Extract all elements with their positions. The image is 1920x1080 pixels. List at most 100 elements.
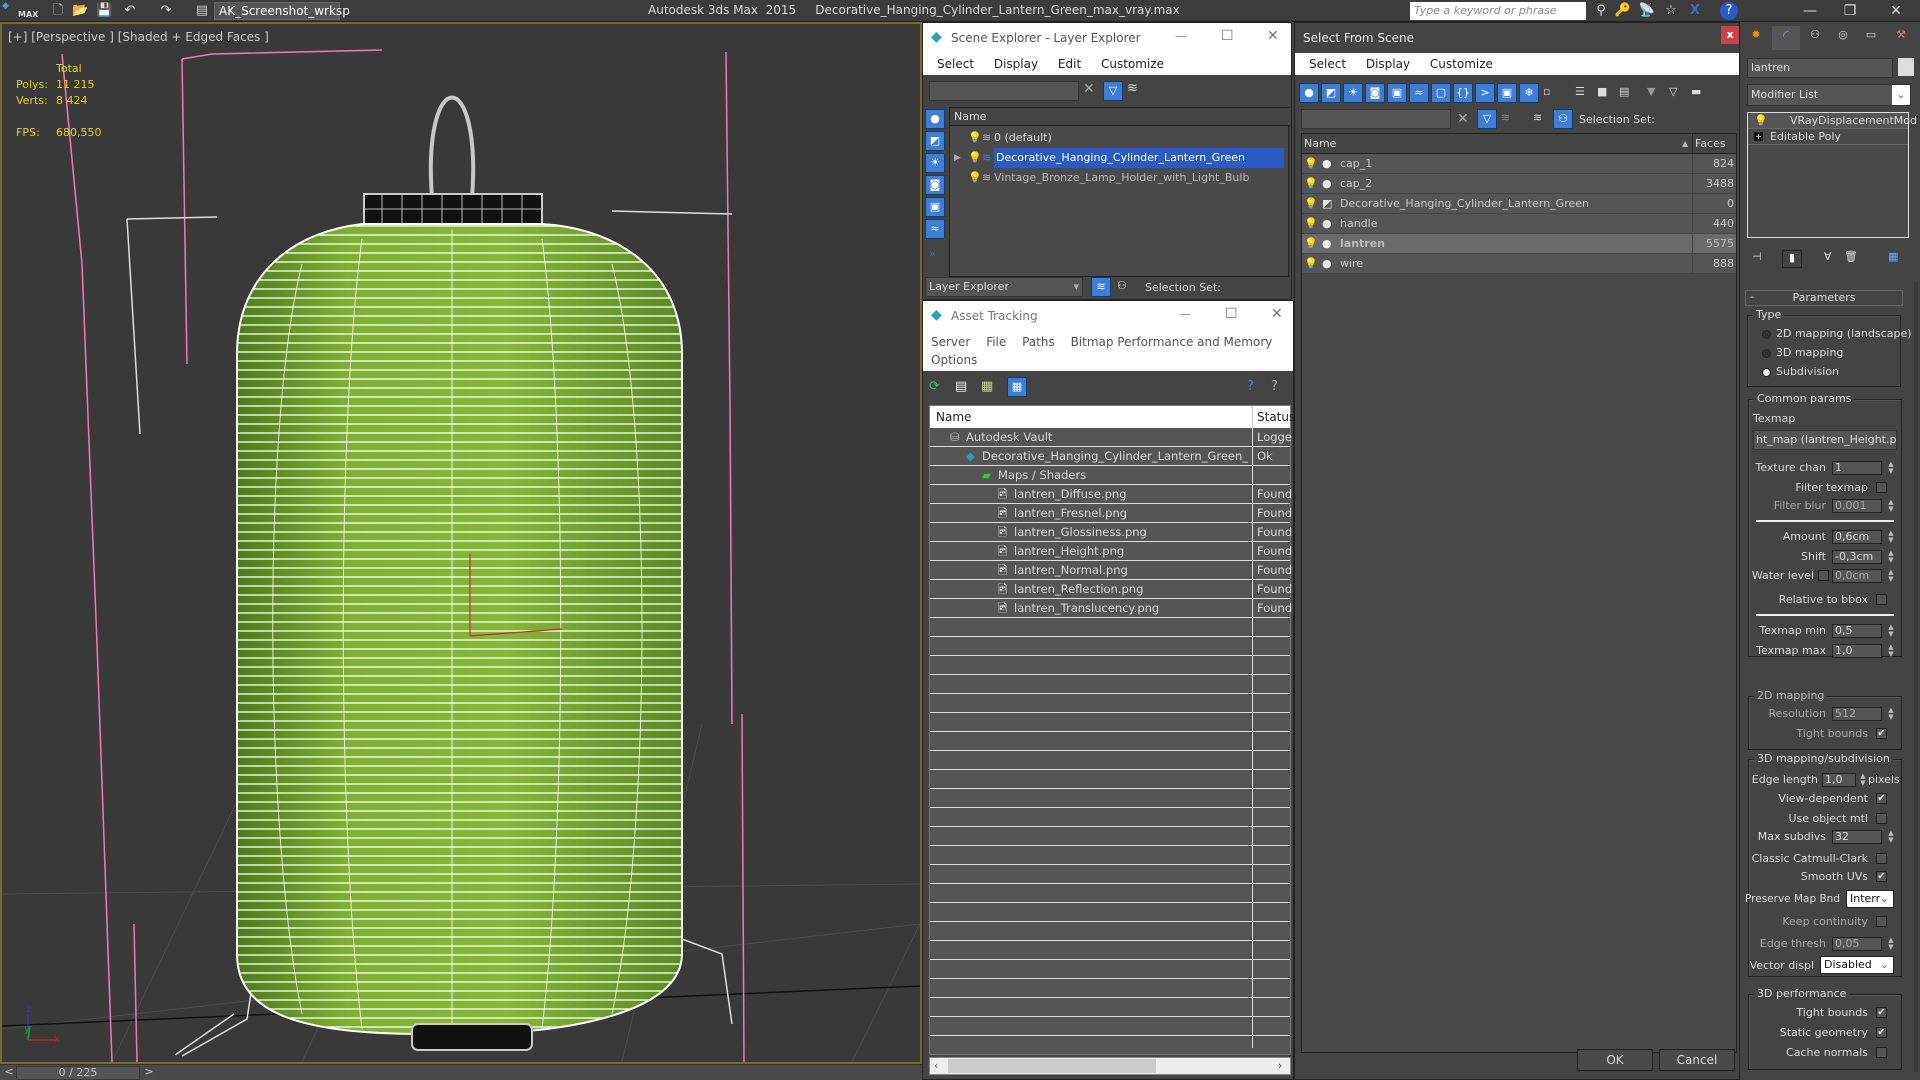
keep-continuity-checkbox[interactable] bbox=[1876, 916, 1887, 927]
scene-explorer-search-input[interactable] bbox=[929, 81, 1079, 101]
menu-options[interactable]: Options bbox=[931, 353, 977, 367]
layer-view-icon[interactable]: ≋ bbox=[1533, 111, 1542, 124]
menu-select[interactable]: Select bbox=[937, 57, 974, 71]
prev-frame-button[interactable]: < bbox=[2, 1065, 16, 1078]
show-end-result-icon[interactable]: ▮ bbox=[1782, 250, 1802, 268]
vault-help-icon[interactable]: ? bbox=[1247, 379, 1254, 394]
key-icon[interactable]: 🔑 bbox=[1614, 2, 1632, 20]
preserve-map-dropdown[interactable]: Interr ⌄ bbox=[1846, 890, 1894, 908]
minimize-button[interactable]: — bbox=[1175, 29, 1187, 43]
cancel-button[interactable]: Cancel bbox=[1659, 1049, 1735, 1071]
frozen-filter-icon[interactable]: ❄ bbox=[1519, 83, 1539, 103]
smooth-uvs-checkbox[interactable]: ✔ bbox=[1876, 871, 1887, 882]
workspace-dropdown[interactable]: AK_Screenshot_wrksp bbox=[214, 2, 350, 20]
texmap-button[interactable]: ht_map (lantren_Height.png) bbox=[1753, 430, 1897, 450]
display-invert-icon[interactable]: ▤ bbox=[1619, 85, 1629, 98]
object-row[interactable]: 💡 ● cap_1 824 bbox=[1302, 154, 1736, 174]
edge-length-input[interactable]: 1,0 bbox=[1822, 773, 1856, 787]
list-view-icon[interactable]: ▤ bbox=[955, 379, 967, 394]
create-tab-icon[interactable]: ✹ bbox=[1744, 28, 1768, 50]
texmap-min-input[interactable]: 0,5 bbox=[1832, 624, 1882, 638]
close-button[interactable]: ✕ bbox=[1271, 306, 1283, 322]
modify-tab-icon[interactable]: ◜ bbox=[1772, 26, 1800, 50]
column-header-name[interactable]: Name bbox=[950, 108, 1290, 126]
table-view-icon[interactable]: ▦ bbox=[1007, 377, 1027, 397]
menu-display[interactable]: Display bbox=[994, 57, 1038, 71]
edge-thresh-input[interactable]: 0,05 bbox=[1832, 937, 1882, 951]
horizontal-scrollbar[interactable]: ‹ › bbox=[929, 1057, 1291, 1075]
texmap-max-input[interactable]: 1,0 bbox=[1832, 644, 1882, 658]
shift-input[interactable]: -0,3cm bbox=[1832, 550, 1882, 564]
hierarchy-icon[interactable]: ⚇ bbox=[1117, 279, 1127, 292]
help-icon[interactable]: ? bbox=[1720, 2, 1738, 20]
lights-filter-icon[interactable]: ☀ bbox=[925, 153, 945, 173]
maximize-button[interactable]: ☐ bbox=[1225, 306, 1238, 322]
max-subdivs-input[interactable]: 32 bbox=[1832, 830, 1882, 844]
modifier-on-icon[interactable]: 💡 bbox=[1754, 113, 1768, 129]
spacewarps-filter-icon[interactable]: ≈ bbox=[925, 219, 945, 239]
close-button[interactable]: x bbox=[1721, 26, 1739, 44]
star-icon[interactable]: ☆ bbox=[1662, 2, 1680, 20]
minimize-button[interactable]: — bbox=[1790, 0, 1830, 22]
new-file-icon[interactable]: 🗋 bbox=[50, 3, 66, 19]
water-level-spinner[interactable]: ▲ ▼ bbox=[1886, 569, 1896, 583]
expand-arrow-icon[interactable]: ▶ bbox=[954, 148, 961, 168]
more-icon[interactable]: » bbox=[929, 247, 936, 260]
shapes-filter-icon[interactable]: ◩ bbox=[1321, 83, 1341, 103]
explorer-type-dropdown[interactable]: Layer Explorer ▾ bbox=[925, 277, 1083, 297]
bones-filter-icon[interactable]: > bbox=[1475, 83, 1495, 103]
layers-icon[interactable]: ≋ bbox=[1501, 111, 1510, 124]
ok-button[interactable]: OK bbox=[1577, 1049, 1653, 1071]
restore-button[interactable]: ❐ bbox=[1830, 0, 1870, 22]
menu-edit[interactable]: Edit bbox=[1058, 57, 1081, 71]
amount-spinner[interactable]: ▲ ▼ bbox=[1886, 530, 1896, 544]
scroll-left-icon[interactable]: ‹ bbox=[934, 1059, 938, 1072]
parameters-rollout-header[interactable]: - Parameters bbox=[1745, 290, 1903, 306]
filter-icon[interactable]: ▼ bbox=[1647, 85, 1655, 98]
filter-options-icon[interactable]: ▽ bbox=[1669, 85, 1677, 98]
stack-item-editable-poly[interactable]: + Editable Poly bbox=[1748, 129, 1908, 145]
project-folder-icon[interactable]: ▤ bbox=[194, 3, 210, 19]
radio-3d-mapping[interactable] bbox=[1762, 349, 1771, 358]
cameras-filter-icon[interactable]: ◙ bbox=[1365, 83, 1385, 103]
open-file-icon[interactable]: 📂 bbox=[72, 3, 88, 19]
max-subdivs-spinner[interactable]: ▲ ▼ bbox=[1886, 830, 1896, 844]
satellite-icon[interactable]: 📡 bbox=[1638, 2, 1656, 20]
asset-row[interactable]: 🖻 lantren_Normal.png Found bbox=[930, 561, 1292, 580]
lights-filter-icon[interactable]: ☀ bbox=[1343, 83, 1363, 103]
column-header-name[interactable]: Name bbox=[1302, 137, 1336, 150]
catmull-clark-checkbox[interactable] bbox=[1876, 853, 1887, 864]
object-name-input[interactable]: lantren bbox=[1747, 58, 1893, 78]
light-bulb-icon[interactable]: 💡 bbox=[968, 128, 982, 148]
radio-2d-mapping[interactable] bbox=[1762, 330, 1771, 339]
asset-row[interactable]: 🖻 lantren_Reflection.png Found bbox=[930, 580, 1292, 599]
use-object-mtl-checkbox[interactable] bbox=[1876, 813, 1887, 824]
refresh-icon[interactable]: ⟳ bbox=[929, 379, 940, 394]
tight-bounds-3d-checkbox[interactable]: ✔ bbox=[1876, 1007, 1887, 1018]
tight-bounds-2d-checkbox[interactable]: ✔ bbox=[1876, 728, 1887, 739]
undo-icon[interactable]: ↶ bbox=[122, 3, 138, 19]
minimize-button[interactable]: — bbox=[1179, 307, 1191, 321]
filter-blur-input[interactable]: 0,001 bbox=[1832, 499, 1882, 513]
close-button[interactable]: ✕ bbox=[1876, 0, 1916, 22]
asset-row[interactable]: 🖻 lantren_Translucency.png Found bbox=[930, 599, 1292, 618]
texmap-max-spinner[interactable]: ▲ ▼ bbox=[1886, 644, 1896, 658]
help-icon[interactable]: ? bbox=[1271, 379, 1278, 394]
close-button[interactable]: ✕ bbox=[1267, 28, 1279, 44]
asset-row[interactable]: 🖻 lantren_Diffuse.png Found bbox=[930, 485, 1292, 504]
light-bulb-icon[interactable]: 💡 bbox=[1304, 174, 1318, 194]
menu-select[interactable]: Select bbox=[1309, 57, 1346, 71]
shapes-filter-icon[interactable]: ◩ bbox=[925, 131, 945, 151]
vector-displ-dropdown[interactable]: Disabled ⌄ bbox=[1820, 956, 1894, 974]
groups-filter-icon[interactable]: ▢ bbox=[1431, 83, 1451, 103]
binoculars-icon[interactable]: ⚲ bbox=[1592, 2, 1610, 20]
menu-customize[interactable]: Customize bbox=[1101, 57, 1164, 71]
display-tab-icon[interactable]: ▭ bbox=[1858, 28, 1884, 50]
toolbar-options-icon[interactable]: ▬ bbox=[1691, 85, 1701, 98]
light-bulb-icon[interactable]: 💡 bbox=[1304, 254, 1318, 274]
motion-tab-icon[interactable]: ◎ bbox=[1830, 28, 1856, 50]
menu-server[interactable]: Server bbox=[931, 335, 970, 349]
object-color-swatch[interactable] bbox=[1898, 58, 1914, 76]
expand-plus-icon[interactable]: + bbox=[1754, 132, 1763, 141]
object-row[interactable]: 💡 ● handle 440 bbox=[1302, 214, 1736, 234]
